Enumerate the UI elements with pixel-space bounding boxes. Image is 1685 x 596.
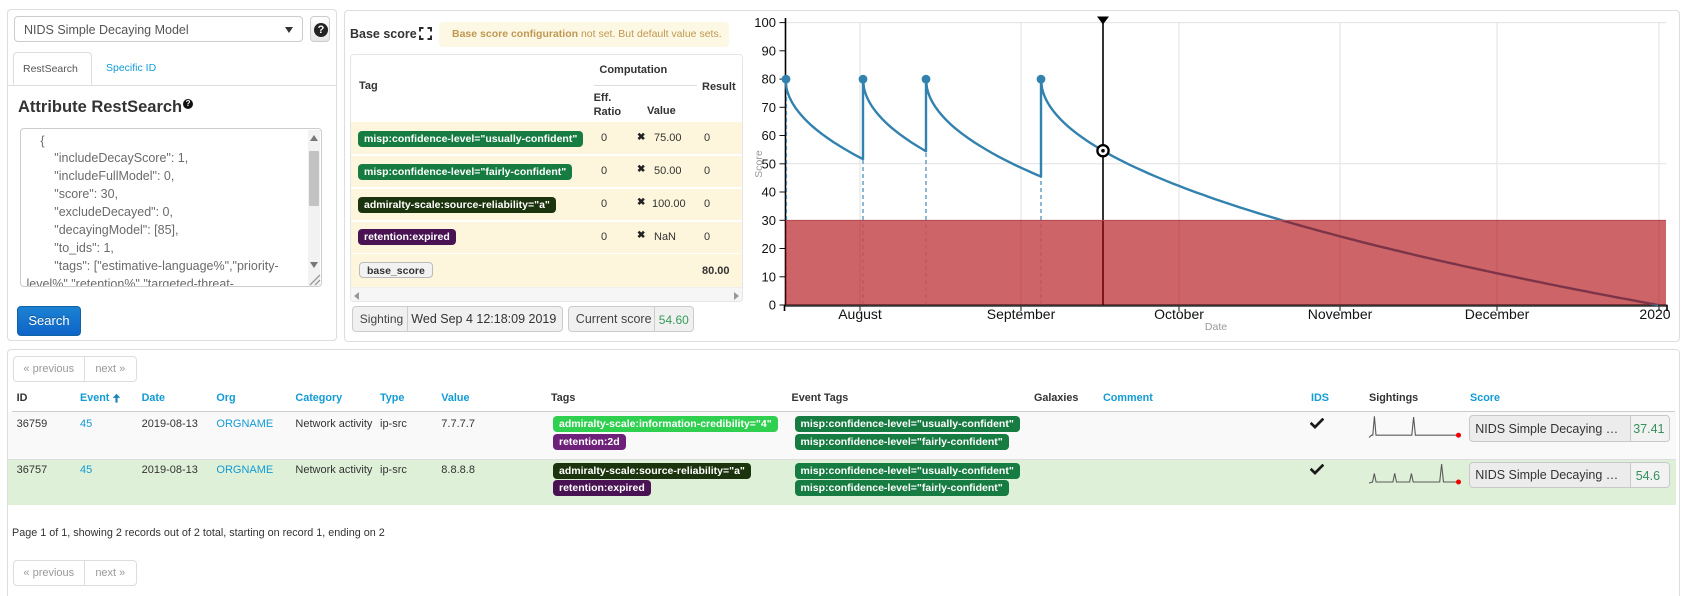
svg-text:90: 90: [762, 43, 776, 58]
svg-text:20: 20: [762, 241, 776, 256]
svg-text:70: 70: [762, 100, 776, 115]
svg-text:2020: 2020: [1639, 306, 1670, 322]
svg-text:30: 30: [762, 213, 776, 228]
svg-text:40: 40: [762, 185, 776, 200]
svg-text:80: 80: [762, 72, 776, 87]
svg-text:Date: Date: [1205, 321, 1227, 333]
svg-text:November: November: [1308, 306, 1373, 322]
svg-text:December: December: [1465, 306, 1530, 322]
svg-text:100: 100: [754, 15, 776, 30]
svg-text:10: 10: [762, 269, 776, 284]
svg-text:60: 60: [762, 128, 776, 143]
svg-text:August: August: [838, 306, 882, 322]
svg-text:September: September: [987, 306, 1056, 322]
svg-text:October: October: [1154, 306, 1204, 322]
svg-text:Score: Score: [753, 150, 765, 178]
svg-text:0: 0: [769, 298, 776, 313]
